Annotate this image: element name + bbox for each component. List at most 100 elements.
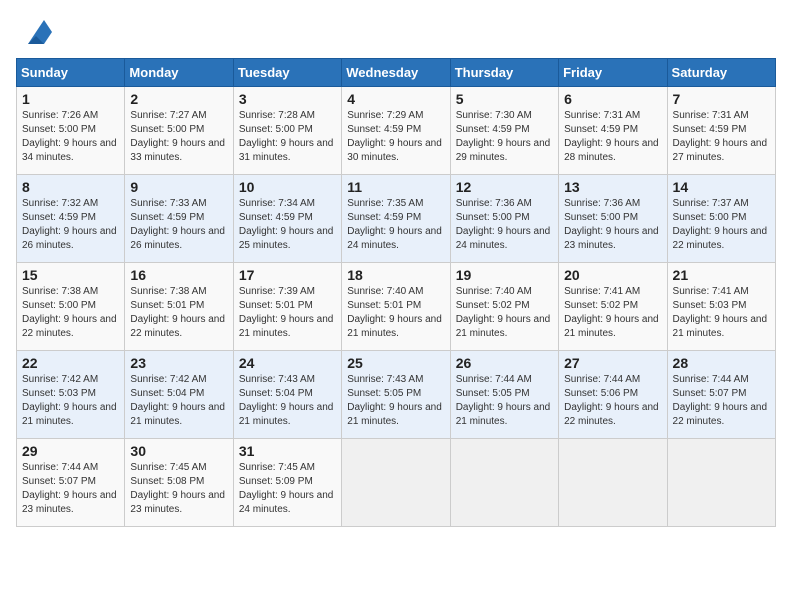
day-cell: 15 Sunrise: 7:38 AMSunset: 5:00 PMDaylig… bbox=[17, 263, 125, 351]
day-info: Sunrise: 7:38 AMSunset: 5:01 PMDaylight:… bbox=[130, 286, 225, 339]
day-cell: 29 Sunrise: 7:44 AMSunset: 5:07 PMDaylig… bbox=[17, 439, 125, 527]
day-info: Sunrise: 7:31 AMSunset: 4:59 PMDaylight:… bbox=[564, 110, 659, 163]
day-info: Sunrise: 7:40 AMSunset: 5:01 PMDaylight:… bbox=[347, 286, 442, 339]
day-number: 11 bbox=[347, 179, 444, 195]
day-info: Sunrise: 7:44 AMSunset: 5:05 PMDaylight:… bbox=[456, 374, 551, 427]
day-info: Sunrise: 7:35 AMSunset: 4:59 PMDaylight:… bbox=[347, 198, 442, 251]
day-cell: 23 Sunrise: 7:42 AMSunset: 5:04 PMDaylig… bbox=[125, 351, 233, 439]
day-cell: 24 Sunrise: 7:43 AMSunset: 5:04 PMDaylig… bbox=[233, 351, 341, 439]
day-cell: 12 Sunrise: 7:36 AMSunset: 5:00 PMDaylig… bbox=[450, 175, 558, 263]
calendar-table: SundayMondayTuesdayWednesdayThursdayFrid… bbox=[16, 58, 776, 527]
day-cell bbox=[342, 439, 450, 527]
day-cell: 17 Sunrise: 7:39 AMSunset: 5:01 PMDaylig… bbox=[233, 263, 341, 351]
day-info: Sunrise: 7:44 AMSunset: 5:07 PMDaylight:… bbox=[673, 374, 768, 427]
header-thursday: Thursday bbox=[450, 59, 558, 87]
day-number: 4 bbox=[347, 91, 444, 107]
day-info: Sunrise: 7:40 AMSunset: 5:02 PMDaylight:… bbox=[456, 286, 551, 339]
day-cell: 16 Sunrise: 7:38 AMSunset: 5:01 PMDaylig… bbox=[125, 263, 233, 351]
day-cell: 28 Sunrise: 7:44 AMSunset: 5:07 PMDaylig… bbox=[667, 351, 775, 439]
day-number: 15 bbox=[22, 267, 119, 283]
day-info: Sunrise: 7:36 AMSunset: 5:00 PMDaylight:… bbox=[456, 198, 551, 251]
day-cell: 7 Sunrise: 7:31 AMSunset: 4:59 PMDayligh… bbox=[667, 87, 775, 175]
day-cell: 10 Sunrise: 7:34 AMSunset: 4:59 PMDaylig… bbox=[233, 175, 341, 263]
day-info: Sunrise: 7:27 AMSunset: 5:00 PMDaylight:… bbox=[130, 110, 225, 163]
day-cell: 1 Sunrise: 7:26 AMSunset: 5:00 PMDayligh… bbox=[17, 87, 125, 175]
day-number: 23 bbox=[130, 355, 227, 371]
day-info: Sunrise: 7:33 AMSunset: 4:59 PMDaylight:… bbox=[130, 198, 225, 251]
header-wednesday: Wednesday bbox=[342, 59, 450, 87]
day-number: 17 bbox=[239, 267, 336, 283]
day-cell: 18 Sunrise: 7:40 AMSunset: 5:01 PMDaylig… bbox=[342, 263, 450, 351]
page-header bbox=[16, 16, 776, 48]
day-info: Sunrise: 7:26 AMSunset: 5:00 PMDaylight:… bbox=[22, 110, 117, 163]
day-info: Sunrise: 7:41 AMSunset: 5:03 PMDaylight:… bbox=[673, 286, 768, 339]
day-cell bbox=[559, 439, 667, 527]
week-row-3: 22 Sunrise: 7:42 AMSunset: 5:03 PMDaylig… bbox=[17, 351, 776, 439]
day-info: Sunrise: 7:34 AMSunset: 4:59 PMDaylight:… bbox=[239, 198, 334, 251]
day-info: Sunrise: 7:31 AMSunset: 4:59 PMDaylight:… bbox=[673, 110, 768, 163]
calendar-header-row: SundayMondayTuesdayWednesdayThursdayFrid… bbox=[17, 59, 776, 87]
day-number: 3 bbox=[239, 91, 336, 107]
day-cell: 25 Sunrise: 7:43 AMSunset: 5:05 PMDaylig… bbox=[342, 351, 450, 439]
day-info: Sunrise: 7:43 AMSunset: 5:04 PMDaylight:… bbox=[239, 374, 334, 427]
day-number: 1 bbox=[22, 91, 119, 107]
day-cell: 4 Sunrise: 7:29 AMSunset: 4:59 PMDayligh… bbox=[342, 87, 450, 175]
week-row-2: 15 Sunrise: 7:38 AMSunset: 5:00 PMDaylig… bbox=[17, 263, 776, 351]
logo-icon bbox=[20, 16, 52, 48]
day-number: 26 bbox=[456, 355, 553, 371]
header-monday: Monday bbox=[125, 59, 233, 87]
day-cell: 3 Sunrise: 7:28 AMSunset: 5:00 PMDayligh… bbox=[233, 87, 341, 175]
week-row-0: 1 Sunrise: 7:26 AMSunset: 5:00 PMDayligh… bbox=[17, 87, 776, 175]
day-cell: 19 Sunrise: 7:40 AMSunset: 5:02 PMDaylig… bbox=[450, 263, 558, 351]
day-info: Sunrise: 7:39 AMSunset: 5:01 PMDaylight:… bbox=[239, 286, 334, 339]
day-info: Sunrise: 7:45 AMSunset: 5:08 PMDaylight:… bbox=[130, 462, 225, 515]
day-number: 28 bbox=[673, 355, 770, 371]
day-cell: 6 Sunrise: 7:31 AMSunset: 4:59 PMDayligh… bbox=[559, 87, 667, 175]
day-cell: 21 Sunrise: 7:41 AMSunset: 5:03 PMDaylig… bbox=[667, 263, 775, 351]
day-info: Sunrise: 7:37 AMSunset: 5:00 PMDaylight:… bbox=[673, 198, 768, 251]
day-number: 21 bbox=[673, 267, 770, 283]
day-number: 25 bbox=[347, 355, 444, 371]
logo bbox=[16, 16, 52, 48]
day-number: 22 bbox=[22, 355, 119, 371]
day-cell bbox=[667, 439, 775, 527]
day-number: 14 bbox=[673, 179, 770, 195]
day-cell: 11 Sunrise: 7:35 AMSunset: 4:59 PMDaylig… bbox=[342, 175, 450, 263]
day-number: 6 bbox=[564, 91, 661, 107]
header-tuesday: Tuesday bbox=[233, 59, 341, 87]
day-number: 20 bbox=[564, 267, 661, 283]
day-number: 19 bbox=[456, 267, 553, 283]
day-info: Sunrise: 7:29 AMSunset: 4:59 PMDaylight:… bbox=[347, 110, 442, 163]
day-number: 30 bbox=[130, 443, 227, 459]
header-sunday: Sunday bbox=[17, 59, 125, 87]
day-info: Sunrise: 7:42 AMSunset: 5:03 PMDaylight:… bbox=[22, 374, 117, 427]
day-number: 10 bbox=[239, 179, 336, 195]
day-number: 13 bbox=[564, 179, 661, 195]
day-number: 2 bbox=[130, 91, 227, 107]
day-info: Sunrise: 7:30 AMSunset: 4:59 PMDaylight:… bbox=[456, 110, 551, 163]
day-number: 7 bbox=[673, 91, 770, 107]
day-info: Sunrise: 7:36 AMSunset: 5:00 PMDaylight:… bbox=[564, 198, 659, 251]
header-friday: Friday bbox=[559, 59, 667, 87]
day-number: 29 bbox=[22, 443, 119, 459]
day-number: 27 bbox=[564, 355, 661, 371]
calendar-body: 1 Sunrise: 7:26 AMSunset: 5:00 PMDayligh… bbox=[17, 87, 776, 527]
day-info: Sunrise: 7:28 AMSunset: 5:00 PMDaylight:… bbox=[239, 110, 334, 163]
day-cell: 31 Sunrise: 7:45 AMSunset: 5:09 PMDaylig… bbox=[233, 439, 341, 527]
day-info: Sunrise: 7:32 AMSunset: 4:59 PMDaylight:… bbox=[22, 198, 117, 251]
day-number: 8 bbox=[22, 179, 119, 195]
day-info: Sunrise: 7:38 AMSunset: 5:00 PMDaylight:… bbox=[22, 286, 117, 339]
day-cell: 14 Sunrise: 7:37 AMSunset: 5:00 PMDaylig… bbox=[667, 175, 775, 263]
day-cell: 5 Sunrise: 7:30 AMSunset: 4:59 PMDayligh… bbox=[450, 87, 558, 175]
day-cell: 30 Sunrise: 7:45 AMSunset: 5:08 PMDaylig… bbox=[125, 439, 233, 527]
week-row-4: 29 Sunrise: 7:44 AMSunset: 5:07 PMDaylig… bbox=[17, 439, 776, 527]
week-row-1: 8 Sunrise: 7:32 AMSunset: 4:59 PMDayligh… bbox=[17, 175, 776, 263]
day-info: Sunrise: 7:41 AMSunset: 5:02 PMDaylight:… bbox=[564, 286, 659, 339]
day-number: 9 bbox=[130, 179, 227, 195]
day-cell: 22 Sunrise: 7:42 AMSunset: 5:03 PMDaylig… bbox=[17, 351, 125, 439]
day-info: Sunrise: 7:45 AMSunset: 5:09 PMDaylight:… bbox=[239, 462, 334, 515]
day-info: Sunrise: 7:44 AMSunset: 5:07 PMDaylight:… bbox=[22, 462, 117, 515]
day-cell: 13 Sunrise: 7:36 AMSunset: 5:00 PMDaylig… bbox=[559, 175, 667, 263]
day-cell: 2 Sunrise: 7:27 AMSunset: 5:00 PMDayligh… bbox=[125, 87, 233, 175]
day-number: 16 bbox=[130, 267, 227, 283]
